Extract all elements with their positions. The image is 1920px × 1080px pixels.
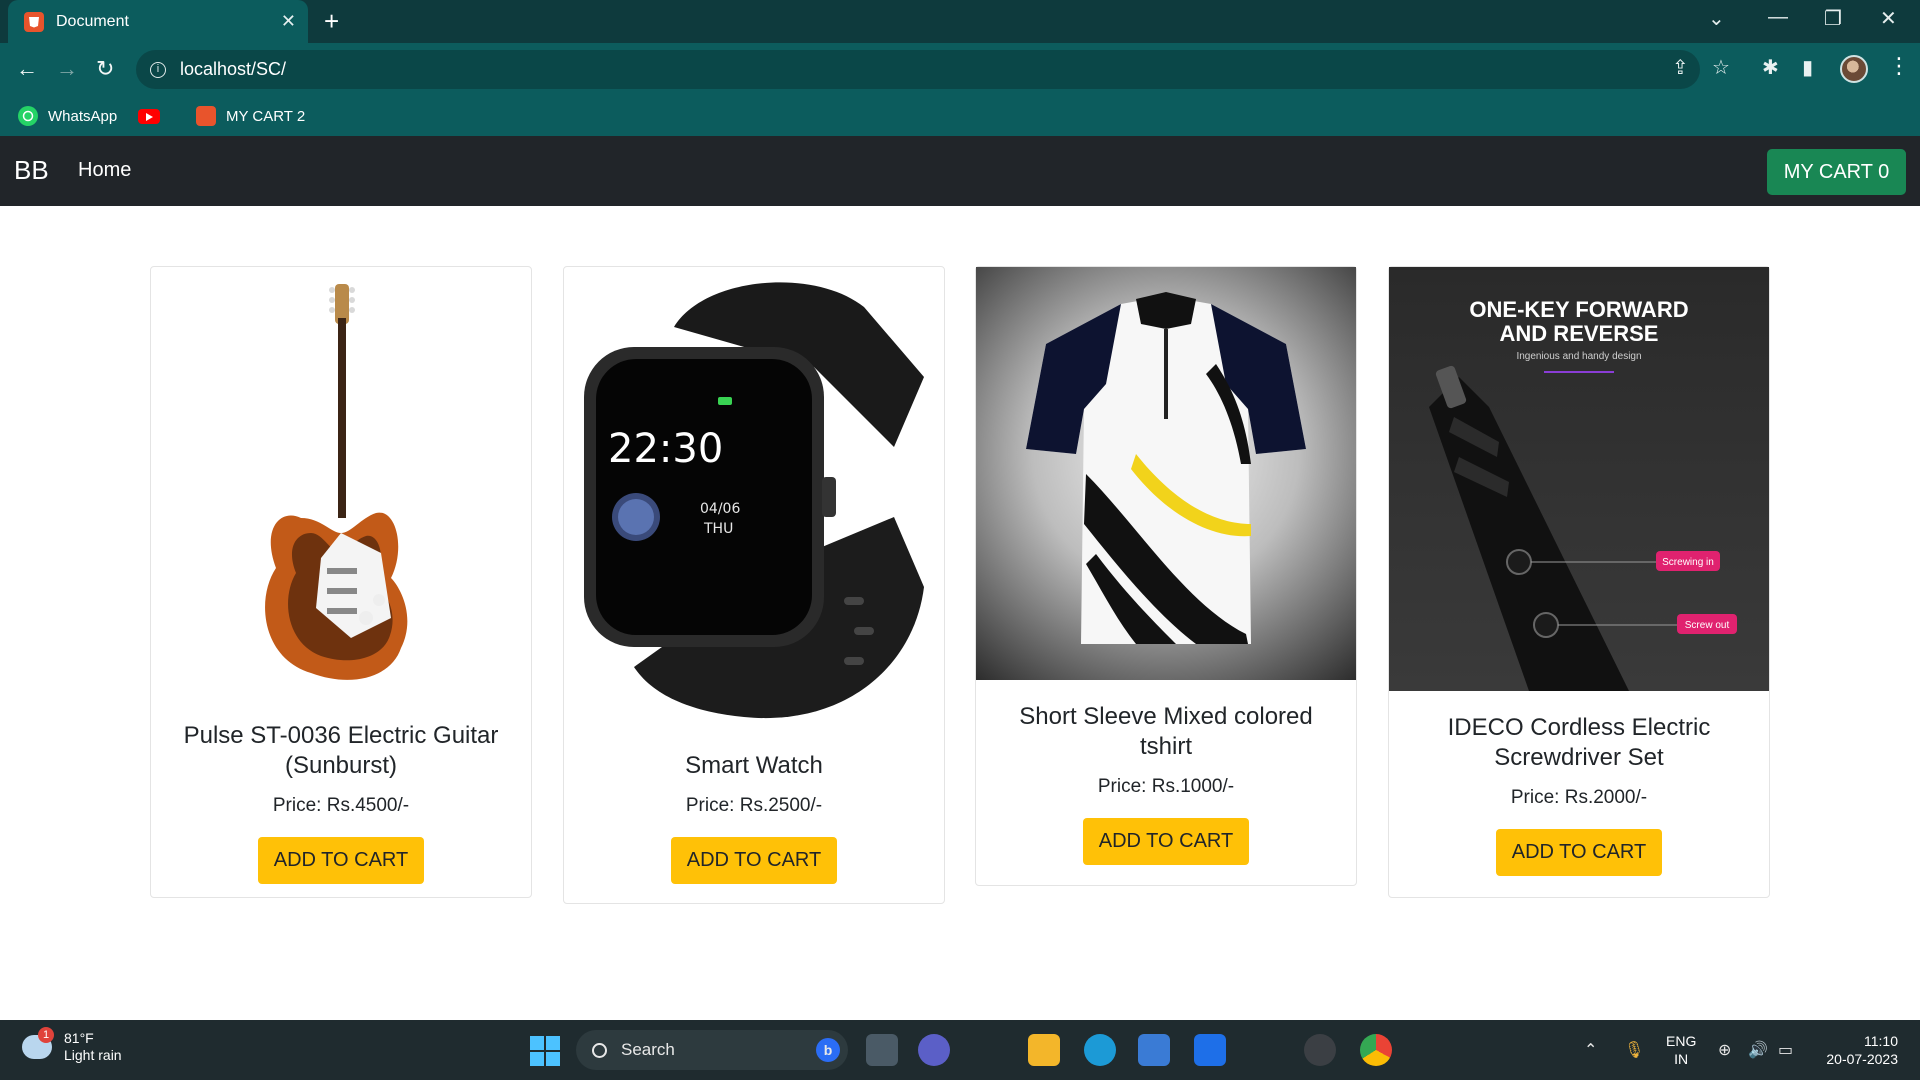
- taskbar-search[interactable]: Search b: [576, 1030, 848, 1070]
- browser-menu-icon[interactable]: ⋮: [1888, 53, 1910, 79]
- restore-icon[interactable]: ❐: [1824, 6, 1842, 31]
- screwdriver-headline-1: ONE-KEY FORWARD: [1469, 297, 1688, 322]
- product-name: Smart Watch: [685, 752, 823, 779]
- system-clock[interactable]: 11:10 20-07-2023: [1818, 1032, 1898, 1068]
- browser-tabstrip: Document ✕ + ⌄ — ❐ ✕: [0, 0, 1920, 43]
- windows-start-icon[interactable]: [530, 1036, 560, 1066]
- chevron-up-icon[interactable]: ⌃: [1584, 1040, 1597, 1060]
- weather-temp: 81°F: [64, 1030, 94, 1046]
- url-text: localhost/SC/: [180, 59, 287, 79]
- product-card: Pulse ST-0036 Electric Guitar (Sunburst)…: [150, 266, 532, 898]
- bookmark-label: WhatsApp: [48, 107, 118, 125]
- product-name: Short Sleeve Mixed colored tshirt: [1019, 703, 1313, 760]
- windows-taskbar: 1 81°F Light rain Search b ⌃ 🎙 ENG IN ⊕ …: [0, 1020, 1920, 1080]
- cloud-rain-icon: 1: [22, 1027, 54, 1059]
- product-name: Pulse ST-0036 Electric Guitar (Sunburst): [183, 722, 499, 779]
- add-to-cart-button[interactable]: ADD TO CART: [1495, 829, 1663, 876]
- forward-icon[interactable]: →: [56, 56, 78, 82]
- site-navbar: BB Home MY CART 0: [0, 136, 1920, 206]
- whatsapp-icon: [18, 106, 38, 126]
- screwdriver-subtitle: Ingenious and handy design: [1516, 351, 1641, 362]
- product-image-guitar: [151, 267, 531, 699]
- browser-tab[interactable]: Document ✕: [8, 0, 308, 43]
- browser-toolbar: ← → ↻ i localhost/SC/ ⇪ ☆ ✱ ▮ ⋮: [0, 43, 1920, 96]
- bookmark-my-cart-2[interactable]: MY CART 2: [196, 106, 305, 126]
- site-info-icon[interactable]: i: [150, 61, 166, 78]
- product-card: ONE-KEY FORWARD AND REVERSE Ingenious an…: [1388, 266, 1770, 898]
- lang-code: ENG: [1666, 1033, 1697, 1049]
- add-to-cart-button[interactable]: ADD TO CART: [257, 837, 425, 884]
- address-bar[interactable]: i localhost/SC/: [136, 50, 1700, 89]
- screwdriver-tag-in: Screwing in: [1662, 557, 1714, 568]
- html5-icon: [196, 106, 216, 126]
- file-explorer-icon[interactable]: [1028, 1034, 1060, 1066]
- product-price: Price: Rs.1000/-: [1097, 776, 1235, 797]
- microsoft-store-icon[interactable]: [1138, 1034, 1170, 1066]
- clock-time: 11:10: [1864, 1033, 1898, 1049]
- product-price: Price: Rs.4500/-: [272, 795, 410, 816]
- notification-badge: 1: [38, 1027, 54, 1043]
- side-panel-icon[interactable]: ▮: [1802, 55, 1813, 80]
- screwdriver-tag-out: Screw out: [1685, 620, 1730, 631]
- youtube-icon: [138, 109, 160, 124]
- lang-region: IN: [1674, 1051, 1689, 1067]
- search-label: Search: [621, 1040, 675, 1059]
- nav-home-link[interactable]: Home: [78, 159, 131, 182]
- weather-widget[interactable]: 1 81°F Light rain: [22, 1027, 122, 1064]
- battery-icon[interactable]: ▭: [1778, 1040, 1793, 1060]
- add-to-cart-button[interactable]: ADD TO CART: [1082, 818, 1250, 865]
- add-to-cart-button[interactable]: ADD TO CART: [670, 837, 838, 884]
- close-tab-icon[interactable]: ✕: [281, 11, 296, 32]
- tab-title: Document: [56, 12, 129, 30]
- bookmarks-bar: WhatsApp MY CART 2: [0, 96, 1920, 136]
- html5-icon: [24, 11, 44, 32]
- extensions-icon[interactable]: ✱: [1762, 55, 1779, 80]
- bookmark-youtube[interactable]: [138, 109, 160, 124]
- watch-day: THU: [703, 521, 733, 537]
- profile-avatar[interactable]: [1840, 55, 1868, 83]
- product-price: Price: Rs.2500/-: [685, 795, 823, 816]
- product-card: Short Sleeve Mixed colored tshirt Price:…: [975, 266, 1357, 886]
- share-icon[interactable]: ⇪: [1672, 55, 1689, 80]
- product-card: 22:30 04/06 THU Smart Watch Price: Rs.25…: [563, 266, 945, 904]
- screwdriver-headline-2: AND REVERSE: [1500, 321, 1659, 346]
- my-cart-button[interactable]: MY CART 0: [1767, 149, 1906, 195]
- bookmark-whatsapp[interactable]: WhatsApp: [18, 106, 117, 126]
- obs-icon[interactable]: [1304, 1034, 1336, 1066]
- bing-icon[interactable]: b: [816, 1038, 840, 1062]
- teams-chat-icon[interactable]: [918, 1034, 950, 1066]
- network-icon[interactable]: ⊕: [1718, 1040, 1731, 1060]
- back-icon[interactable]: ←: [16, 56, 38, 82]
- product-image-smart-watch: 22:30 04/06 THU: [564, 267, 944, 729]
- search-icon: [592, 1042, 607, 1058]
- watch-time: 22:30: [608, 426, 723, 472]
- product-name: IDECO Cordless Electric Screwdriver Set: [1447, 714, 1711, 771]
- product-price: Price: Rs.2000/-: [1510, 787, 1648, 808]
- watch-date: 04/06: [700, 501, 740, 517]
- volume-icon[interactable]: 🔊: [1748, 1040, 1768, 1060]
- reload-icon[interactable]: ↻: [96, 56, 114, 82]
- bookmark-star-icon[interactable]: ☆: [1712, 55, 1730, 80]
- brand-logo[interactable]: BB: [14, 155, 49, 186]
- clock-date: 20-07-2023: [1826, 1051, 1898, 1067]
- close-window-icon[interactable]: ✕: [1880, 6, 1897, 31]
- minimize-icon[interactable]: —: [1768, 6, 1788, 29]
- task-view-icon[interactable]: [866, 1034, 898, 1066]
- tab-search-icon[interactable]: ⌄: [1708, 6, 1725, 31]
- product-image-screwdriver: ONE-KEY FORWARD AND REVERSE Ingenious an…: [1389, 267, 1769, 691]
- chrome-icon[interactable]: [1360, 1034, 1392, 1066]
- new-tab-button[interactable]: +: [324, 7, 339, 35]
- weather-desc: Light rain: [64, 1047, 122, 1063]
- dropbox-icon[interactable]: [1194, 1034, 1226, 1066]
- microphone-icon[interactable]: 🎙: [1624, 1040, 1644, 1060]
- language-indicator[interactable]: ENG IN: [1666, 1032, 1696, 1068]
- product-image-tshirt: [976, 267, 1356, 680]
- edge-icon[interactable]: [1084, 1034, 1116, 1066]
- bookmark-label: MY CART 2: [226, 107, 306, 125]
